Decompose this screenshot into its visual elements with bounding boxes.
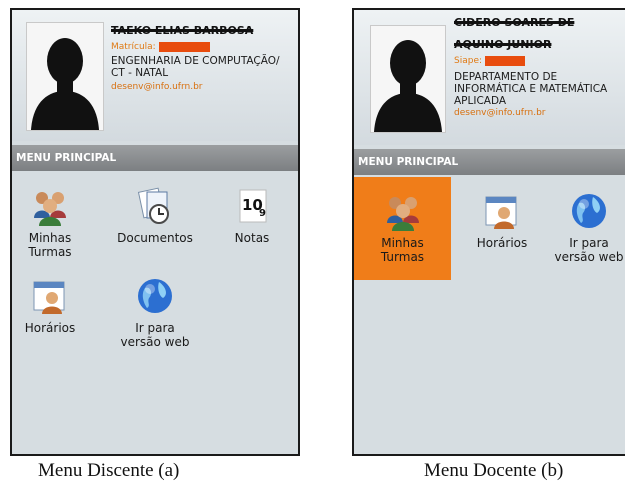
department: DEPARTAMENTO DE INFORMÁTICA E MATEMÁTICA… — [454, 71, 607, 107]
globe-icon — [572, 194, 606, 228]
menu-item-horarios[interactable]: Horários — [20, 276, 80, 335]
id-label: Siape: — [454, 56, 483, 66]
svg-text:9: 9 — [259, 208, 266, 219]
item-label: Turmas — [380, 250, 425, 264]
id-label: Matrícula: — [111, 42, 156, 52]
people-icon — [386, 197, 419, 231]
item-label: versão web — [554, 250, 624, 264]
item-label: Ir para — [569, 236, 609, 250]
department-line: INFORMÁTICA E MATEMÁTICA — [454, 83, 608, 95]
teacher-menu-screen: CIDERO SOARES DE AQUINO JUNIOR Siape: 10… — [352, 8, 625, 456]
user-email: desenv@info.ufrn.br — [111, 82, 203, 92]
menu-title-bar: MENU PRINCIPAL — [12, 145, 298, 171]
student-menu-screen: TAEKO ELIAS BARBOSA Matrícula: 200750299… — [10, 8, 300, 456]
menu-item-minhas-turmas[interactable]: Minhas Turmas — [20, 186, 80, 259]
menu-item-horarios[interactable]: Horários — [462, 191, 542, 250]
department-line: DEPARTAMENTO DE — [454, 71, 558, 83]
menu-item-minhas-turmas[interactable]: Minhas Turmas — [354, 177, 451, 280]
menu-title-bar: MENU PRINCIPAL — [354, 149, 625, 175]
caption-student-menu: Menu Discente (a) — [38, 460, 180, 481]
department-line: APLICADA — [454, 95, 507, 107]
user-name-line: CIDERO SOARES DE — [454, 16, 575, 29]
item-label: Ir para — [135, 321, 175, 335]
menu-item-versao-web[interactable]: Ir para versão web — [110, 276, 200, 349]
item-label: Turmas — [28, 245, 72, 259]
item-label: Documentos — [117, 231, 193, 245]
user-name: TAEKO ELIAS BARBOSA — [111, 24, 254, 37]
id-value: 1002757 — [484, 56, 525, 66]
user-email: desenv@info.ufrn.br — [454, 108, 546, 118]
profile-header: TAEKO ELIAS BARBOSA Matrícula: 200750299… — [12, 10, 298, 141]
item-label: Horários — [24, 321, 76, 335]
item-label: versão web — [120, 335, 190, 349]
caption-teacher-menu: Menu Docente (b) — [424, 460, 564, 481]
item-label: Minhas — [381, 236, 424, 250]
profile-header: CIDERO SOARES DE AQUINO JUNIOR Siape: 10… — [354, 10, 625, 145]
globe-icon — [138, 279, 172, 313]
avatar — [26, 22, 104, 131]
department: ENGENHARIA DE COMPUTAÇÃO/ CT - NATAL — [111, 55, 280, 79]
people-icon — [34, 192, 66, 226]
menu-item-notas[interactable]: 10 9 Notas — [222, 186, 282, 245]
menu-item-versao-web[interactable]: Ir para versão web — [546, 191, 625, 264]
person-silhouette-icon — [371, 26, 445, 132]
item-label: Minhas — [28, 231, 72, 245]
item-label: Horários — [476, 236, 528, 250]
department-line: ENGENHARIA DE COMPUTAÇÃO/ — [111, 55, 280, 67]
item-label: Notas — [234, 231, 270, 245]
id-line: Siape: 1002757 — [454, 56, 525, 67]
avatar — [370, 25, 446, 133]
documents-clock-icon — [137, 187, 169, 224]
schedule-icon — [485, 196, 517, 229]
person-silhouette-icon — [27, 23, 103, 130]
department-line: CT - NATAL — [111, 67, 169, 79]
id-line: Matrícula: 200750299 — [111, 42, 211, 53]
menu-item-documentos[interactable]: Documentos — [110, 186, 200, 245]
grades-icon: 10 9 — [239, 189, 267, 223]
schedule-icon — [33, 281, 65, 314]
id-value: 200750299 — [158, 42, 211, 52]
user-name-line: AQUINO JUNIOR — [454, 38, 552, 51]
